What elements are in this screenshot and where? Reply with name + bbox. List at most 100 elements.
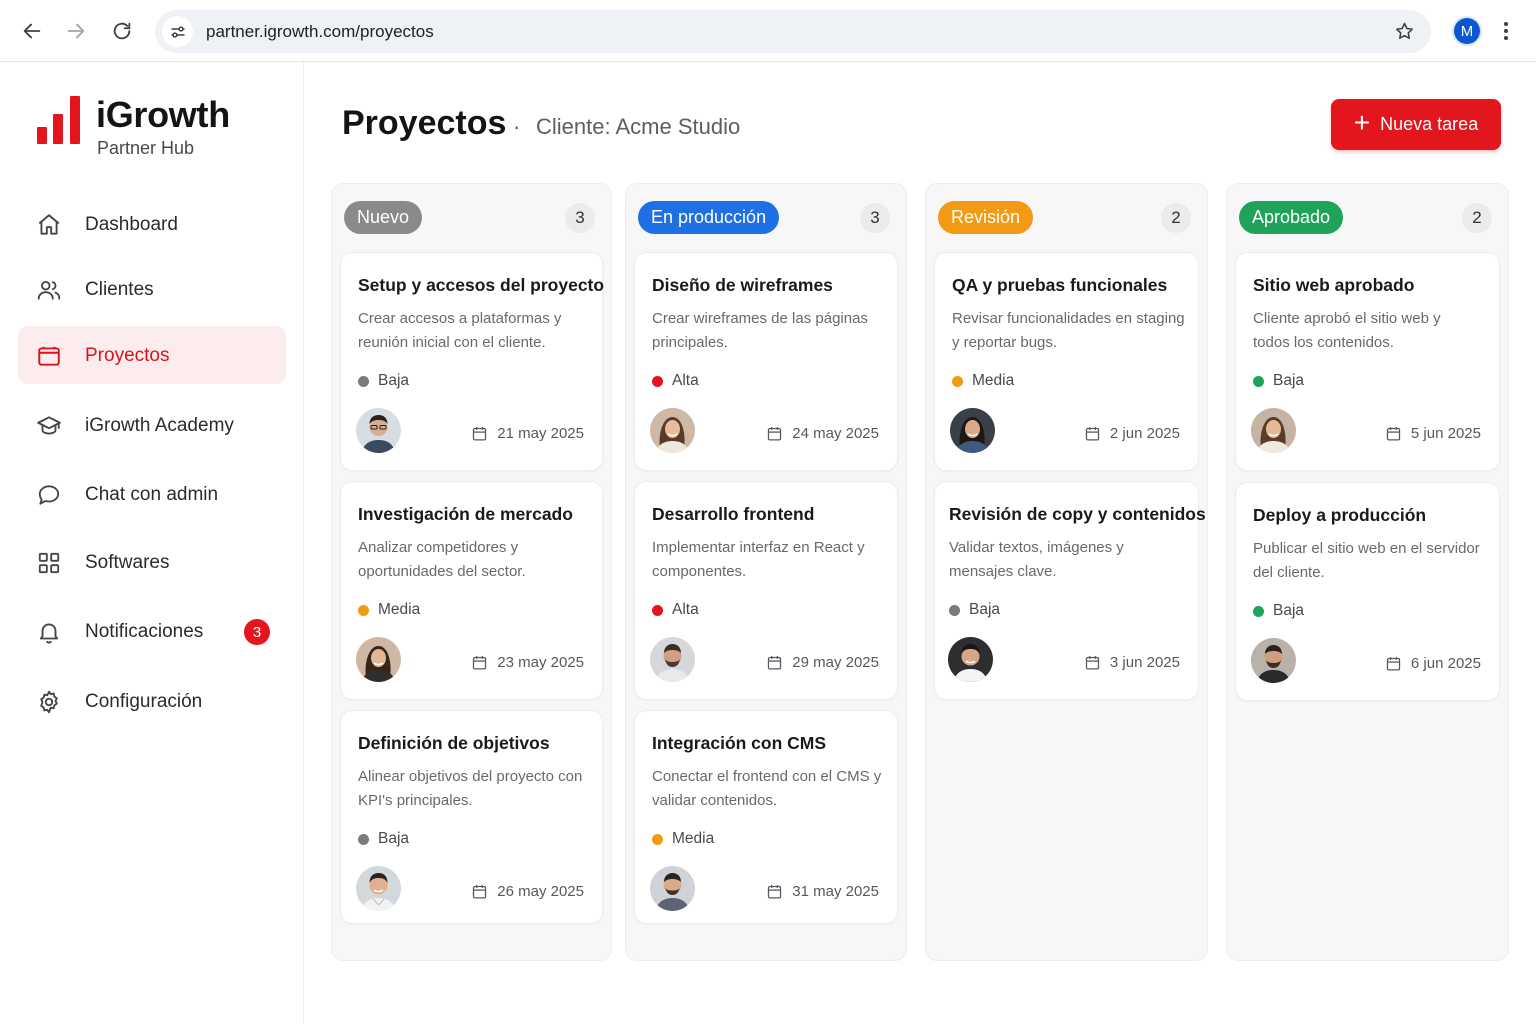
task-title: Revisión de copy y contenidos: [949, 504, 1206, 524]
bookmark-star-icon[interactable]: [1393, 20, 1415, 42]
task-priority: Baja: [1253, 372, 1304, 390]
gear-icon: [36, 689, 62, 715]
sidebar-item-label: Clientes: [85, 279, 154, 300]
sidebar-item-softwares[interactable]: Softwares: [18, 533, 286, 591]
brand-name: iGrowth: [96, 94, 230, 135]
reload-icon[interactable]: [108, 17, 136, 45]
task-priority: Alta: [652, 601, 699, 619]
assignee-avatar[interactable]: [356, 637, 401, 682]
priority-label: Baja: [1273, 602, 1305, 619]
calendar-icon: [768, 885, 782, 899]
task-description: Crear accesos a plataformas y reunión in…: [358, 310, 562, 351]
column-status-pill: En producción: [638, 201, 780, 234]
grid-icon: [36, 550, 62, 576]
due-date-label: 26 may 2025: [497, 883, 584, 900]
task-card[interactable]: Investigación de mercado Analizar compet…: [340, 481, 603, 700]
column-count-badge: 3: [860, 203, 890, 233]
task-priority: Media: [358, 601, 420, 619]
task-title: Desarrollo frontend: [652, 504, 815, 524]
priority-label: Media: [972, 372, 1015, 389]
task-due-date: 3 jun 2025: [1084, 654, 1180, 671]
address-bar[interactable]: partner.igrowth.com/proyectos: [155, 10, 1431, 53]
kanban-column-revision: Revisión 2 QA y pruebas funcionales Revi…: [925, 183, 1208, 961]
priority-dot: [1253, 375, 1264, 387]
profile-avatar[interactable]: M: [1454, 18, 1480, 44]
bar-chart-logo-icon: [36, 94, 82, 144]
forward-arrow-icon[interactable]: [62, 17, 90, 45]
calendar-icon: [473, 427, 487, 441]
sidebar-item-academy[interactable]: iGrowth Academy: [18, 396, 286, 454]
priority-label: Baja: [378, 830, 410, 847]
title-separator: ·: [513, 114, 521, 139]
sidebar-item-label: Chat con admin: [85, 484, 219, 505]
due-date-label: 2 jun 2025: [1109, 425, 1180, 442]
site-settings-icon[interactable]: [162, 16, 193, 47]
due-date-label: 24 may 2025: [792, 425, 879, 442]
assignee-avatar[interactable]: [650, 637, 695, 682]
task-title: Setup y accesos del proyecto: [358, 275, 605, 295]
calendar-icon: [1085, 656, 1100, 670]
sidebar-item-notificaciones[interactable]: Notificaciones 3: [18, 602, 286, 660]
task-description: Alinear objetivos del proyecto con KPI's…: [358, 768, 583, 809]
task-card[interactable]: Setup y accesos del proyecto Crear acces…: [340, 252, 605, 471]
assignee-avatar[interactable]: [650, 866, 695, 911]
sidebar-item-configuracion[interactable]: Configuración: [18, 672, 286, 730]
column-status-pill: Revisión: [938, 201, 1034, 234]
sidebar-item-label: Notificaciones: [85, 621, 204, 642]
calendar-icon: [473, 885, 487, 899]
calendar-icon: [768, 427, 782, 441]
sidebar-item-label: Configuración: [85, 691, 203, 712]
brand-subtitle: Partner Hub: [97, 138, 195, 158]
sidebar-item-clientes[interactable]: Clientes: [18, 260, 286, 318]
assignee-avatar[interactable]: [1251, 638, 1296, 683]
task-card[interactable]: Deploy a producción Publicar el sitio we…: [1235, 482, 1500, 701]
chat-bubble-icon: [36, 482, 62, 508]
graduation-cap-icon: [36, 413, 62, 439]
task-description: Publicar el sitio web en el servidor del…: [1253, 540, 1480, 581]
task-card[interactable]: Desarrollo frontend Implementar interfaz…: [634, 481, 898, 700]
address-url[interactable]: partner.igrowth.com/proyectos: [206, 22, 434, 42]
task-card[interactable]: Diseño de wireframes Crear wireframes de…: [634, 252, 898, 471]
due-date-label: 5 jun 2025: [1410, 425, 1481, 442]
task-due-date: 31 may 2025: [766, 883, 879, 900]
sidebar-item-dashboard[interactable]: Dashboard: [18, 195, 286, 253]
task-description: Implementar interfaz en React y componen…: [652, 539, 865, 580]
priority-label: Baja: [1273, 372, 1305, 389]
task-due-date: 6 jun 2025: [1385, 655, 1481, 672]
assignee-avatar[interactable]: [950, 408, 995, 453]
kanban-column-en-produccion: En producción 3 Diseño de wireframes Cre…: [625, 183, 907, 961]
due-date-label: 31 may 2025: [792, 883, 879, 900]
back-arrow-icon[interactable]: [18, 17, 46, 45]
task-priority: Media: [952, 372, 1014, 390]
priority-dot: [652, 375, 663, 387]
task-title: Definición de objetivos: [358, 733, 550, 753]
assignee-avatar[interactable]: [356, 408, 401, 453]
task-card[interactable]: QA y pruebas funcionales Revisar funcion…: [934, 252, 1199, 471]
assignee-avatar[interactable]: [948, 637, 993, 682]
task-description: Crear wireframes de las páginas principa…: [652, 310, 868, 351]
calendar-icon: [1386, 657, 1401, 671]
task-due-date: 21 may 2025: [471, 425, 584, 442]
task-title: Integración con CMS: [652, 733, 827, 753]
browser-menu-icon[interactable]: [1496, 18, 1516, 44]
kanban-column-aprobado: Aprobado 2 Sitio web aprobado Cliente ap…: [1226, 183, 1509, 961]
task-card[interactable]: Sitio web aprobado Cliente aprobó el sit…: [1235, 252, 1500, 471]
new-task-button[interactable]: + Nueva tarea: [1331, 99, 1501, 150]
task-priority: Baja: [358, 372, 409, 390]
task-description: Analizar competidores y oportunidades de…: [358, 539, 526, 580]
task-card[interactable]: Integración con CMS Conectar el frontend…: [634, 710, 898, 924]
due-date-label: 21 may 2025: [497, 425, 584, 442]
task-card[interactable]: Definición de objetivos Alinear objetivo…: [340, 710, 603, 924]
task-card[interactable]: Revisión de copy y contenidos Validar te…: [934, 481, 1206, 700]
assignee-avatar[interactable]: [1251, 408, 1296, 453]
assignee-avatar[interactable]: [650, 408, 695, 453]
priority-label: Alta: [672, 372, 699, 389]
folder-icon: [36, 343, 62, 369]
task-due-date: 2 jun 2025: [1084, 425, 1180, 442]
sidebar-item-chat[interactable]: Chat con admin: [18, 465, 286, 523]
sidebar-item-proyectos[interactable]: Proyectos: [18, 326, 286, 384]
priority-dot: [652, 833, 663, 845]
priority-dot: [1253, 605, 1264, 617]
assignee-avatar[interactable]: [356, 866, 401, 911]
priority-label: Media: [378, 601, 421, 618]
